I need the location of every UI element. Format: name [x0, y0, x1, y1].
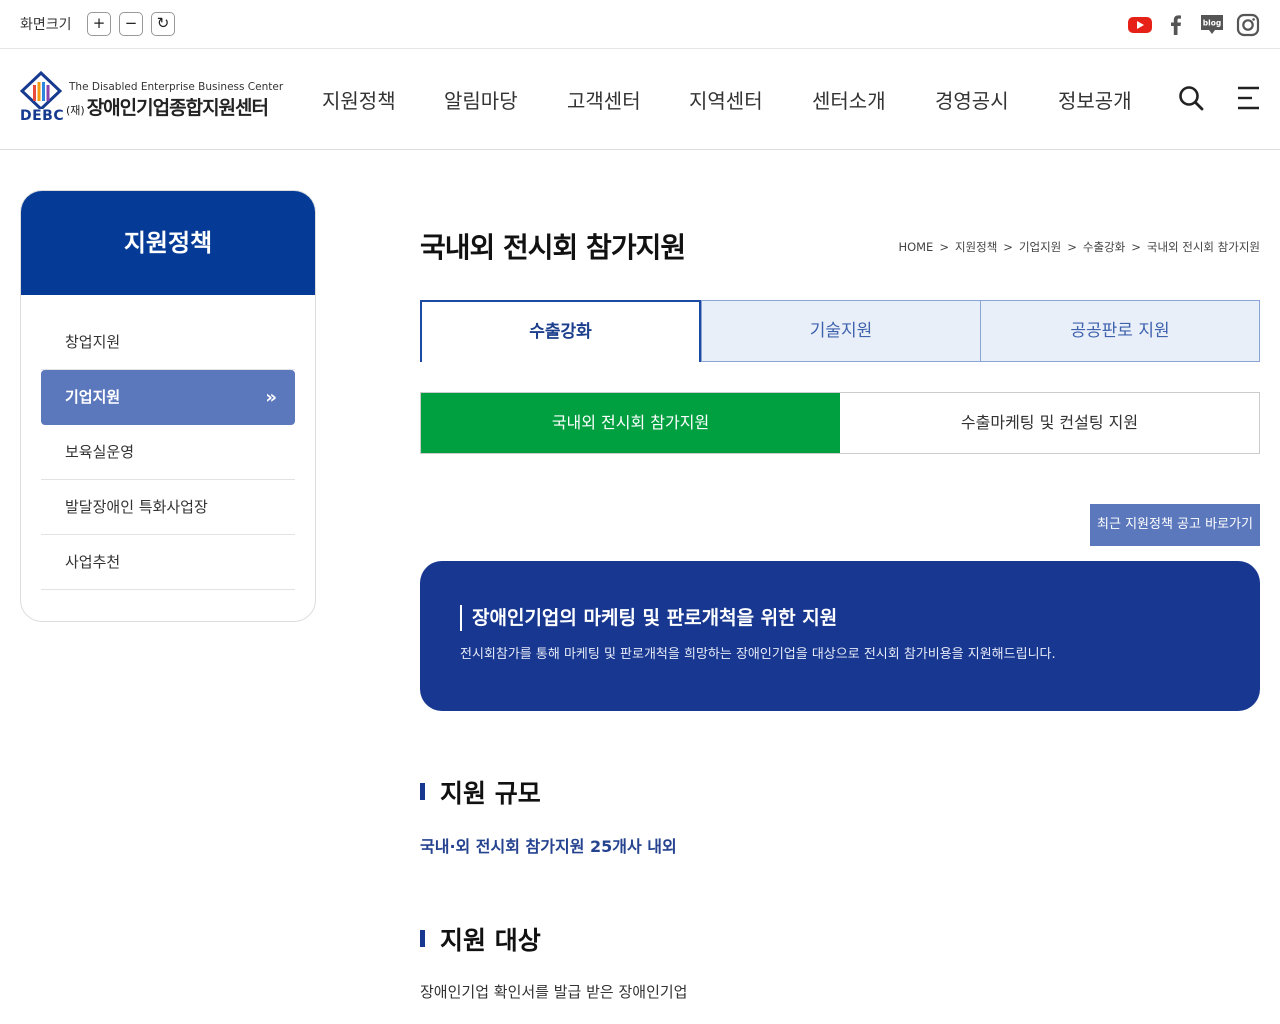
menu-icon[interactable] — [1235, 83, 1265, 113]
subtab-export-marketing[interactable]: 수출마케팅 및 컨설팅 지원 — [840, 393, 1259, 453]
logo-prefix: (재) — [66, 104, 85, 117]
sidebar-item-label: 보육실운영 — [65, 443, 135, 461]
sidebar-item-label: 사업추천 — [65, 553, 121, 571]
sidebar-item-developmental[interactable]: 발달장애인 특화사업장 — [41, 480, 295, 535]
logo-korean-text: 장애인기업종합지원센터 — [86, 97, 269, 119]
youtube-icon[interactable] — [1127, 12, 1153, 38]
section-text-target: 장애인기업 확인서를 발급 받은 장애인기업 — [420, 983, 688, 1001]
tab-technology[interactable]: 기술지원 — [701, 300, 981, 362]
nav-item-disclosure[interactable]: 경영공시 — [935, 85, 1009, 114]
breadcrumb-item[interactable]: 수출강화 — [1083, 240, 1125, 254]
nav-item-notice[interactable]: 알림마당 — [444, 85, 518, 114]
site-header: The Disabled Enterprise Business Center … — [0, 49, 1280, 150]
section-title-scale: 지원 규모 — [420, 774, 541, 810]
side-menu: 지원정책 창업지원 기업지원 » 보육실운영 발달장애인 특화사업장 사업추천 — [20, 190, 316, 622]
banner-description: 전시회참가를 통해 마케팅 및 판로개척을 희망하는 장애인기업을 대상으로 전… — [460, 647, 1056, 662]
logo-english-name: The Disabled Enterprise Business Center — [69, 81, 284, 93]
side-menu-list: 창업지원 기업지원 » 보육실운영 발달장애인 특화사업장 사업추천 — [21, 295, 315, 590]
sidebar-item-startup[interactable]: 창업지원 — [41, 315, 295, 370]
nav-item-info[interactable]: 정보공개 — [1058, 85, 1132, 114]
breadcrumb-separator: > — [1067, 240, 1077, 254]
recent-notice-button[interactable]: 최근 지원정책 공고 바로가기 — [1090, 504, 1260, 546]
sidebar-item-business[interactable]: 기업지원 » — [41, 370, 295, 425]
breadcrumb-current: 국내외 전시회 참가지원 — [1146, 240, 1260, 254]
breadcrumb-item[interactable]: 기업지원 — [1019, 240, 1061, 254]
sidebar-item-label: 창업지원 — [65, 333, 121, 351]
sidebar-item-recommend[interactable]: 사업추천 — [41, 535, 295, 590]
sidebar-item-label: 발달장애인 특화사업장 — [65, 498, 208, 516]
breadcrumb-home[interactable]: HOME — [898, 240, 933, 254]
nav-item-policy[interactable]: 지원정책 — [322, 85, 396, 114]
logo-abbr: DEBC — [20, 108, 65, 124]
sub-tabs: 국내외 전시회 참가지원 수출마케팅 및 컨설팅 지원 — [420, 392, 1260, 454]
blog-icon[interactable]: blog — [1199, 12, 1225, 38]
sidebar-item-label: 기업지원 — [65, 388, 121, 406]
summary-banner: 장애인기업의 마케팅 및 판로개척을 위한 지원 전시회참가를 통해 마케팅 및… — [420, 561, 1260, 711]
nav-item-region[interactable]: 지역센터 — [689, 85, 763, 114]
zoom-in-button[interactable]: + — [87, 12, 111, 36]
site-logo[interactable]: The Disabled Enterprise Business Center … — [18, 69, 288, 129]
main-tabs: 수출강화 기술지원 공공판로 지원 — [420, 300, 1260, 362]
tab-export[interactable]: 수출강화 — [420, 300, 701, 362]
sidebar-item-incubator[interactable]: 보육실운영 — [41, 425, 295, 480]
logo-mark-icon — [20, 71, 62, 109]
breadcrumb-separator: > — [939, 240, 949, 254]
side-menu-title: 지원정책 — [21, 191, 315, 295]
nav-item-about[interactable]: 센터소개 — [812, 85, 886, 114]
search-icon[interactable] — [1176, 83, 1206, 113]
breadcrumb-item[interactable]: 지원정책 — [955, 240, 997, 254]
section-title-target: 지원 대상 — [420, 921, 541, 957]
utility-bar: 화면크기 + − ↻ blog — [0, 0, 1280, 49]
facebook-icon[interactable] — [1163, 12, 1189, 38]
tab-public-sales[interactable]: 공공판로 지원 — [980, 300, 1260, 362]
section-text-scale: 국내·외 전시회 참가지원 25개사 내외 — [420, 837, 677, 856]
subtab-exhibition[interactable]: 국내외 전시회 참가지원 — [421, 393, 840, 453]
breadcrumb-separator: > — [1131, 240, 1141, 254]
page-title: 국내외 전시회 참가지원 — [420, 231, 686, 264]
instagram-icon[interactable] — [1235, 12, 1261, 38]
double-chevron-right-icon: » — [265, 387, 277, 408]
logo-korean-name: (재) 장애인기업종합지원센터 — [66, 93, 269, 120]
nav-item-customer[interactable]: 고객센터 — [567, 85, 641, 114]
zoom-reset-button[interactable]: ↻ — [151, 12, 175, 36]
zoom-out-button[interactable]: − — [119, 12, 143, 36]
breadcrumb: HOME > 지원정책 > 기업지원 > 수출강화 > 국내외 전시회 참가지원 — [898, 239, 1260, 255]
banner-title: 장애인기업의 마케팅 및 판로개척을 위한 지원 — [460, 605, 837, 631]
breadcrumb-separator: > — [1003, 240, 1013, 254]
zoom-label: 화면크기 — [20, 17, 72, 33]
blog-icon-text: blog — [1203, 19, 1221, 28]
